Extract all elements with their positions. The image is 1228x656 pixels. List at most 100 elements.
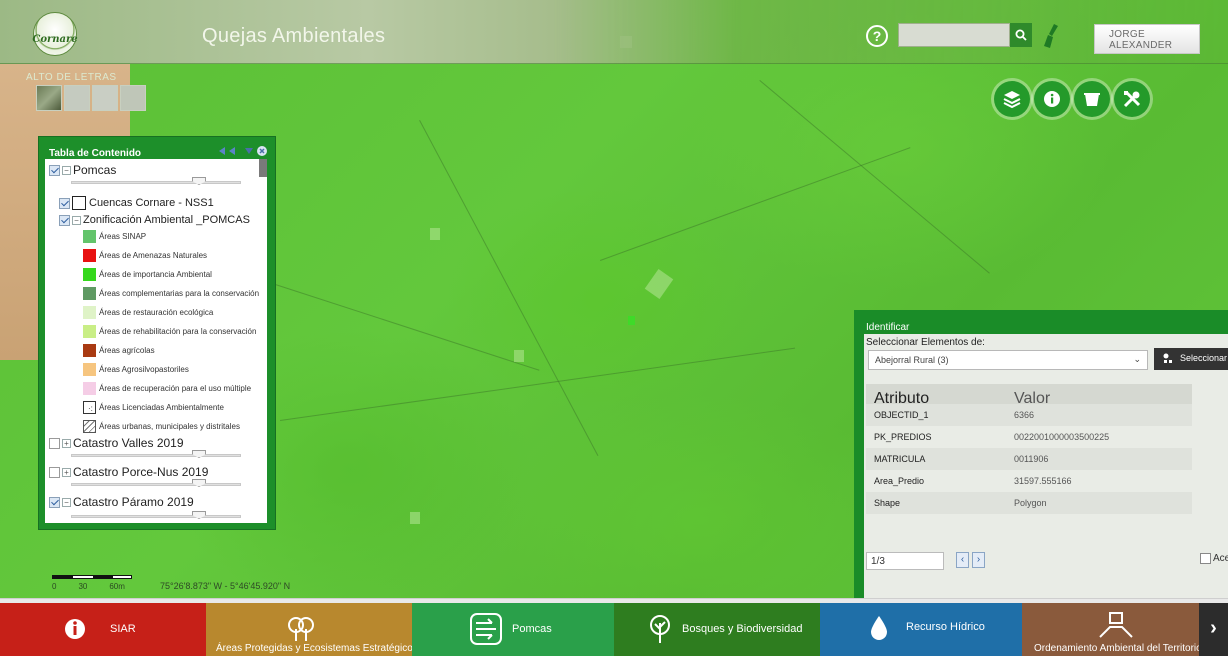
nav-pomcas[interactable]: Pomcas bbox=[412, 603, 614, 656]
identify-title: Identificar bbox=[866, 322, 910, 333]
opacity-slider[interactable] bbox=[71, 450, 241, 458]
help-icon[interactable]: ? bbox=[866, 25, 888, 47]
map-feature bbox=[644, 269, 674, 299]
basemap-thumb-streets[interactable] bbox=[92, 85, 118, 111]
legend-swatch bbox=[83, 287, 96, 300]
layer-checkbox[interactable] bbox=[49, 164, 60, 176]
bottom-nav: SIAR Áreas Protegidas y Ecosistemas Estr… bbox=[0, 603, 1228, 656]
chevron-down-icon: ⌄ bbox=[1133, 354, 1141, 364]
toc-title: Tabla de Contenido bbox=[49, 148, 142, 159]
legend-item: Áreas de restauración ecológica bbox=[83, 306, 213, 319]
table-row: Area_Predio 31597.555166 bbox=[866, 470, 1192, 492]
nav-next-button[interactable]: › bbox=[1199, 603, 1228, 656]
legend-item: Áreas urbanas, municipales y distritales bbox=[83, 420, 240, 433]
expand-toggle[interactable]: + bbox=[62, 438, 71, 448]
layer-checkbox[interactable] bbox=[49, 496, 60, 508]
map-road bbox=[759, 80, 990, 274]
nav-recurso-hidrico[interactable]: Recurso Hídrico bbox=[820, 603, 1022, 656]
water-drop-icon bbox=[871, 616, 887, 640]
layer-checkbox[interactable] bbox=[59, 197, 70, 209]
layer-select[interactable]: Abejorral Rural (3) ⌄ bbox=[868, 350, 1148, 370]
layer-catastro-valles[interactable]: + Catastro Valles 2019 bbox=[49, 436, 184, 450]
next-page-button[interactable]: › bbox=[972, 552, 985, 568]
app-title: Quejas Ambientales bbox=[202, 25, 386, 47]
user-button[interactable]: JORGE ALEXANDER bbox=[1094, 24, 1200, 54]
map-feature bbox=[430, 228, 440, 240]
nav-siar[interactable]: SIAR bbox=[0, 603, 206, 656]
nav-bosques[interactable]: Bosques y Biodiversidad bbox=[614, 603, 820, 656]
legend-swatch bbox=[83, 382, 96, 395]
table-row: Shape Polygon bbox=[866, 492, 1192, 514]
attribute-table-header: Atributo Valor bbox=[866, 384, 1192, 407]
toc-scrollbar[interactable] bbox=[259, 159, 267, 177]
map-feature bbox=[514, 350, 524, 362]
legend-swatch bbox=[83, 363, 96, 376]
legend-hatched-swatch bbox=[83, 420, 96, 433]
trees-icon bbox=[288, 617, 314, 641]
legend-item: ·: Áreas Licenciadas Ambientalmente bbox=[83, 401, 224, 414]
legend-dotted-swatch: ·: bbox=[83, 401, 96, 414]
info-alert-icon bbox=[65, 619, 85, 639]
map-road bbox=[280, 347, 796, 421]
search-icon bbox=[1015, 29, 1027, 41]
basemap-thumb-satellite[interactable] bbox=[36, 85, 62, 111]
legend-swatch bbox=[83, 268, 96, 281]
tools-button[interactable] bbox=[1114, 81, 1150, 117]
opacity-slider[interactable] bbox=[71, 177, 241, 185]
legend-item: Áreas de rehabilitación para la conserva… bbox=[83, 325, 256, 338]
identify-body: Seleccionar Elementos de: Abejorral Rura… bbox=[864, 334, 1228, 620]
table-row: MATRICULA 0011906 bbox=[866, 448, 1192, 470]
territory-hands-icon bbox=[1099, 612, 1133, 638]
layers-button[interactable] bbox=[994, 81, 1030, 117]
arrows-icon[interactable] bbox=[219, 147, 241, 155]
layer-checkbox[interactable] bbox=[49, 466, 60, 478]
layer-pomcas[interactable]: − Pomcas bbox=[49, 163, 116, 177]
tree-icon bbox=[650, 615, 670, 643]
expand-toggle[interactable]: + bbox=[62, 467, 71, 477]
layer-checkbox[interactable] bbox=[59, 214, 70, 226]
ace-option[interactable]: Ace bbox=[1200, 553, 1228, 564]
layer-catastro-porce[interactable]: + Catastro Porce-Nus 2019 bbox=[49, 465, 208, 479]
collapse-icon[interactable] bbox=[245, 148, 253, 154]
opacity-slider[interactable] bbox=[71, 511, 241, 519]
nav-areas-protegidas[interactable]: Áreas Protegidas y Ecosistemas Estratégi… bbox=[206, 603, 418, 656]
legend-swatch bbox=[83, 306, 96, 319]
cornare-logo: Cornare bbox=[32, 12, 78, 56]
layer-catastro-paramo[interactable]: − Catastro Páramo 2019 bbox=[49, 495, 194, 509]
map-place-label: ALTO DE LETRAS bbox=[26, 72, 117, 83]
close-icon[interactable] bbox=[257, 146, 267, 156]
ace-checkbox[interactable] bbox=[1200, 553, 1211, 564]
river-flow-icon bbox=[470, 613, 502, 645]
prev-page-button[interactable]: ‹ bbox=[956, 552, 969, 568]
bucket-icon bbox=[1084, 93, 1100, 106]
layer-zonificacion[interactable]: − Zonificación Ambiental _POMCAS bbox=[59, 214, 250, 226]
legend-swatch bbox=[83, 230, 96, 243]
legend-item: Áreas SINAP bbox=[83, 230, 146, 243]
legend-item: Áreas de recuperación para el uso múltip… bbox=[83, 382, 251, 395]
basemap-thumbnails bbox=[36, 85, 146, 111]
collapse-toggle[interactable]: − bbox=[62, 497, 71, 507]
select-label: Seleccionar Elementos de: bbox=[866, 337, 985, 348]
info-button[interactable] bbox=[1034, 81, 1070, 117]
scale-labels: 0 30 60m bbox=[52, 582, 125, 591]
bucket-button[interactable] bbox=[1074, 81, 1110, 117]
layer-cuencas[interactable]: Cuencas Cornare - NSS1 bbox=[59, 196, 214, 210]
layer-checkbox[interactable] bbox=[49, 437, 60, 449]
legend-item: Áreas Agrosilvopastoriles bbox=[83, 363, 189, 376]
layers-icon bbox=[1003, 91, 1021, 109]
nav-ordenamiento[interactable]: Ordenamiento Ambiental del Territorio y bbox=[1022, 603, 1228, 656]
search-input[interactable] bbox=[898, 23, 1010, 47]
toc-controls bbox=[219, 146, 267, 156]
basemap-thumb-topo[interactable] bbox=[120, 85, 146, 111]
page-indicator: 1/3 bbox=[866, 552, 944, 570]
legend-item: Áreas de importancia Ambiental bbox=[83, 268, 212, 281]
select-elements-button[interactable]: Seleccionar bbox=[1154, 348, 1228, 370]
collapse-toggle[interactable]: − bbox=[62, 165, 71, 175]
basemap-thumb-gray[interactable] bbox=[64, 85, 90, 111]
clear-broom-icon[interactable] bbox=[1042, 23, 1062, 49]
opacity-slider[interactable] bbox=[71, 479, 241, 487]
app-header: Cornare Quejas Ambientales ? JORGE ALEXA… bbox=[0, 0, 1228, 64]
map-marker bbox=[628, 316, 635, 325]
collapse-toggle[interactable]: − bbox=[72, 215, 81, 225]
search-button[interactable] bbox=[1010, 23, 1032, 47]
